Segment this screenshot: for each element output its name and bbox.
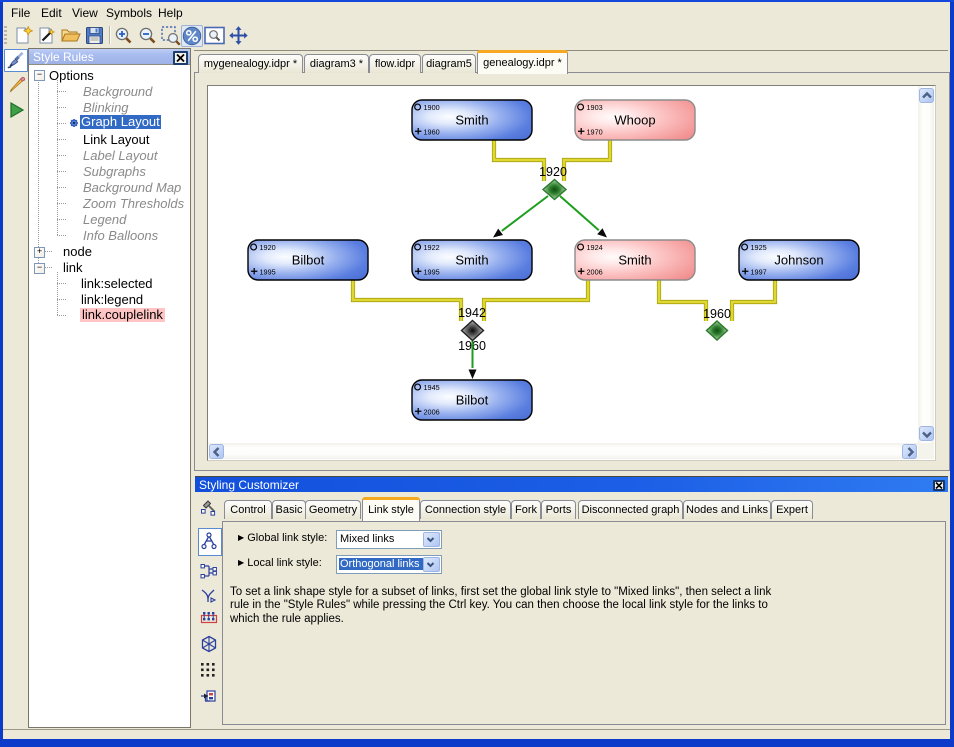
svg-text:Whoop: Whoop [614, 113, 655, 128]
svg-text:1920: 1920 [539, 165, 567, 179]
svg-text:Bilbot: Bilbot [292, 253, 325, 268]
svg-text:1942: 1942 [458, 306, 486, 320]
svg-text:1970: 1970 [587, 128, 603, 137]
svg-text:1945: 1945 [424, 383, 440, 392]
svg-text:1925: 1925 [751, 243, 767, 252]
svg-text:2006: 2006 [424, 408, 440, 417]
svg-text:1960: 1960 [424, 128, 440, 137]
svg-text:1960: 1960 [703, 307, 731, 321]
svg-text:1997: 1997 [751, 268, 767, 277]
svg-text:Johnson: Johnson [774, 253, 823, 268]
svg-text:1903: 1903 [587, 103, 603, 112]
svg-text:1920: 1920 [260, 243, 276, 252]
svg-text:1995: 1995 [260, 268, 276, 277]
svg-text:Smith: Smith [455, 253, 488, 268]
svg-text:1922: 1922 [424, 243, 440, 252]
svg-text:1995: 1995 [424, 268, 440, 277]
svg-text:Bilbot: Bilbot [456, 393, 489, 408]
svg-text:Smith: Smith [618, 253, 651, 268]
svg-text:1900: 1900 [424, 103, 440, 112]
svg-text:2006: 2006 [587, 268, 603, 277]
svg-text:Smith: Smith [455, 113, 488, 128]
svg-text:1924: 1924 [587, 243, 603, 252]
